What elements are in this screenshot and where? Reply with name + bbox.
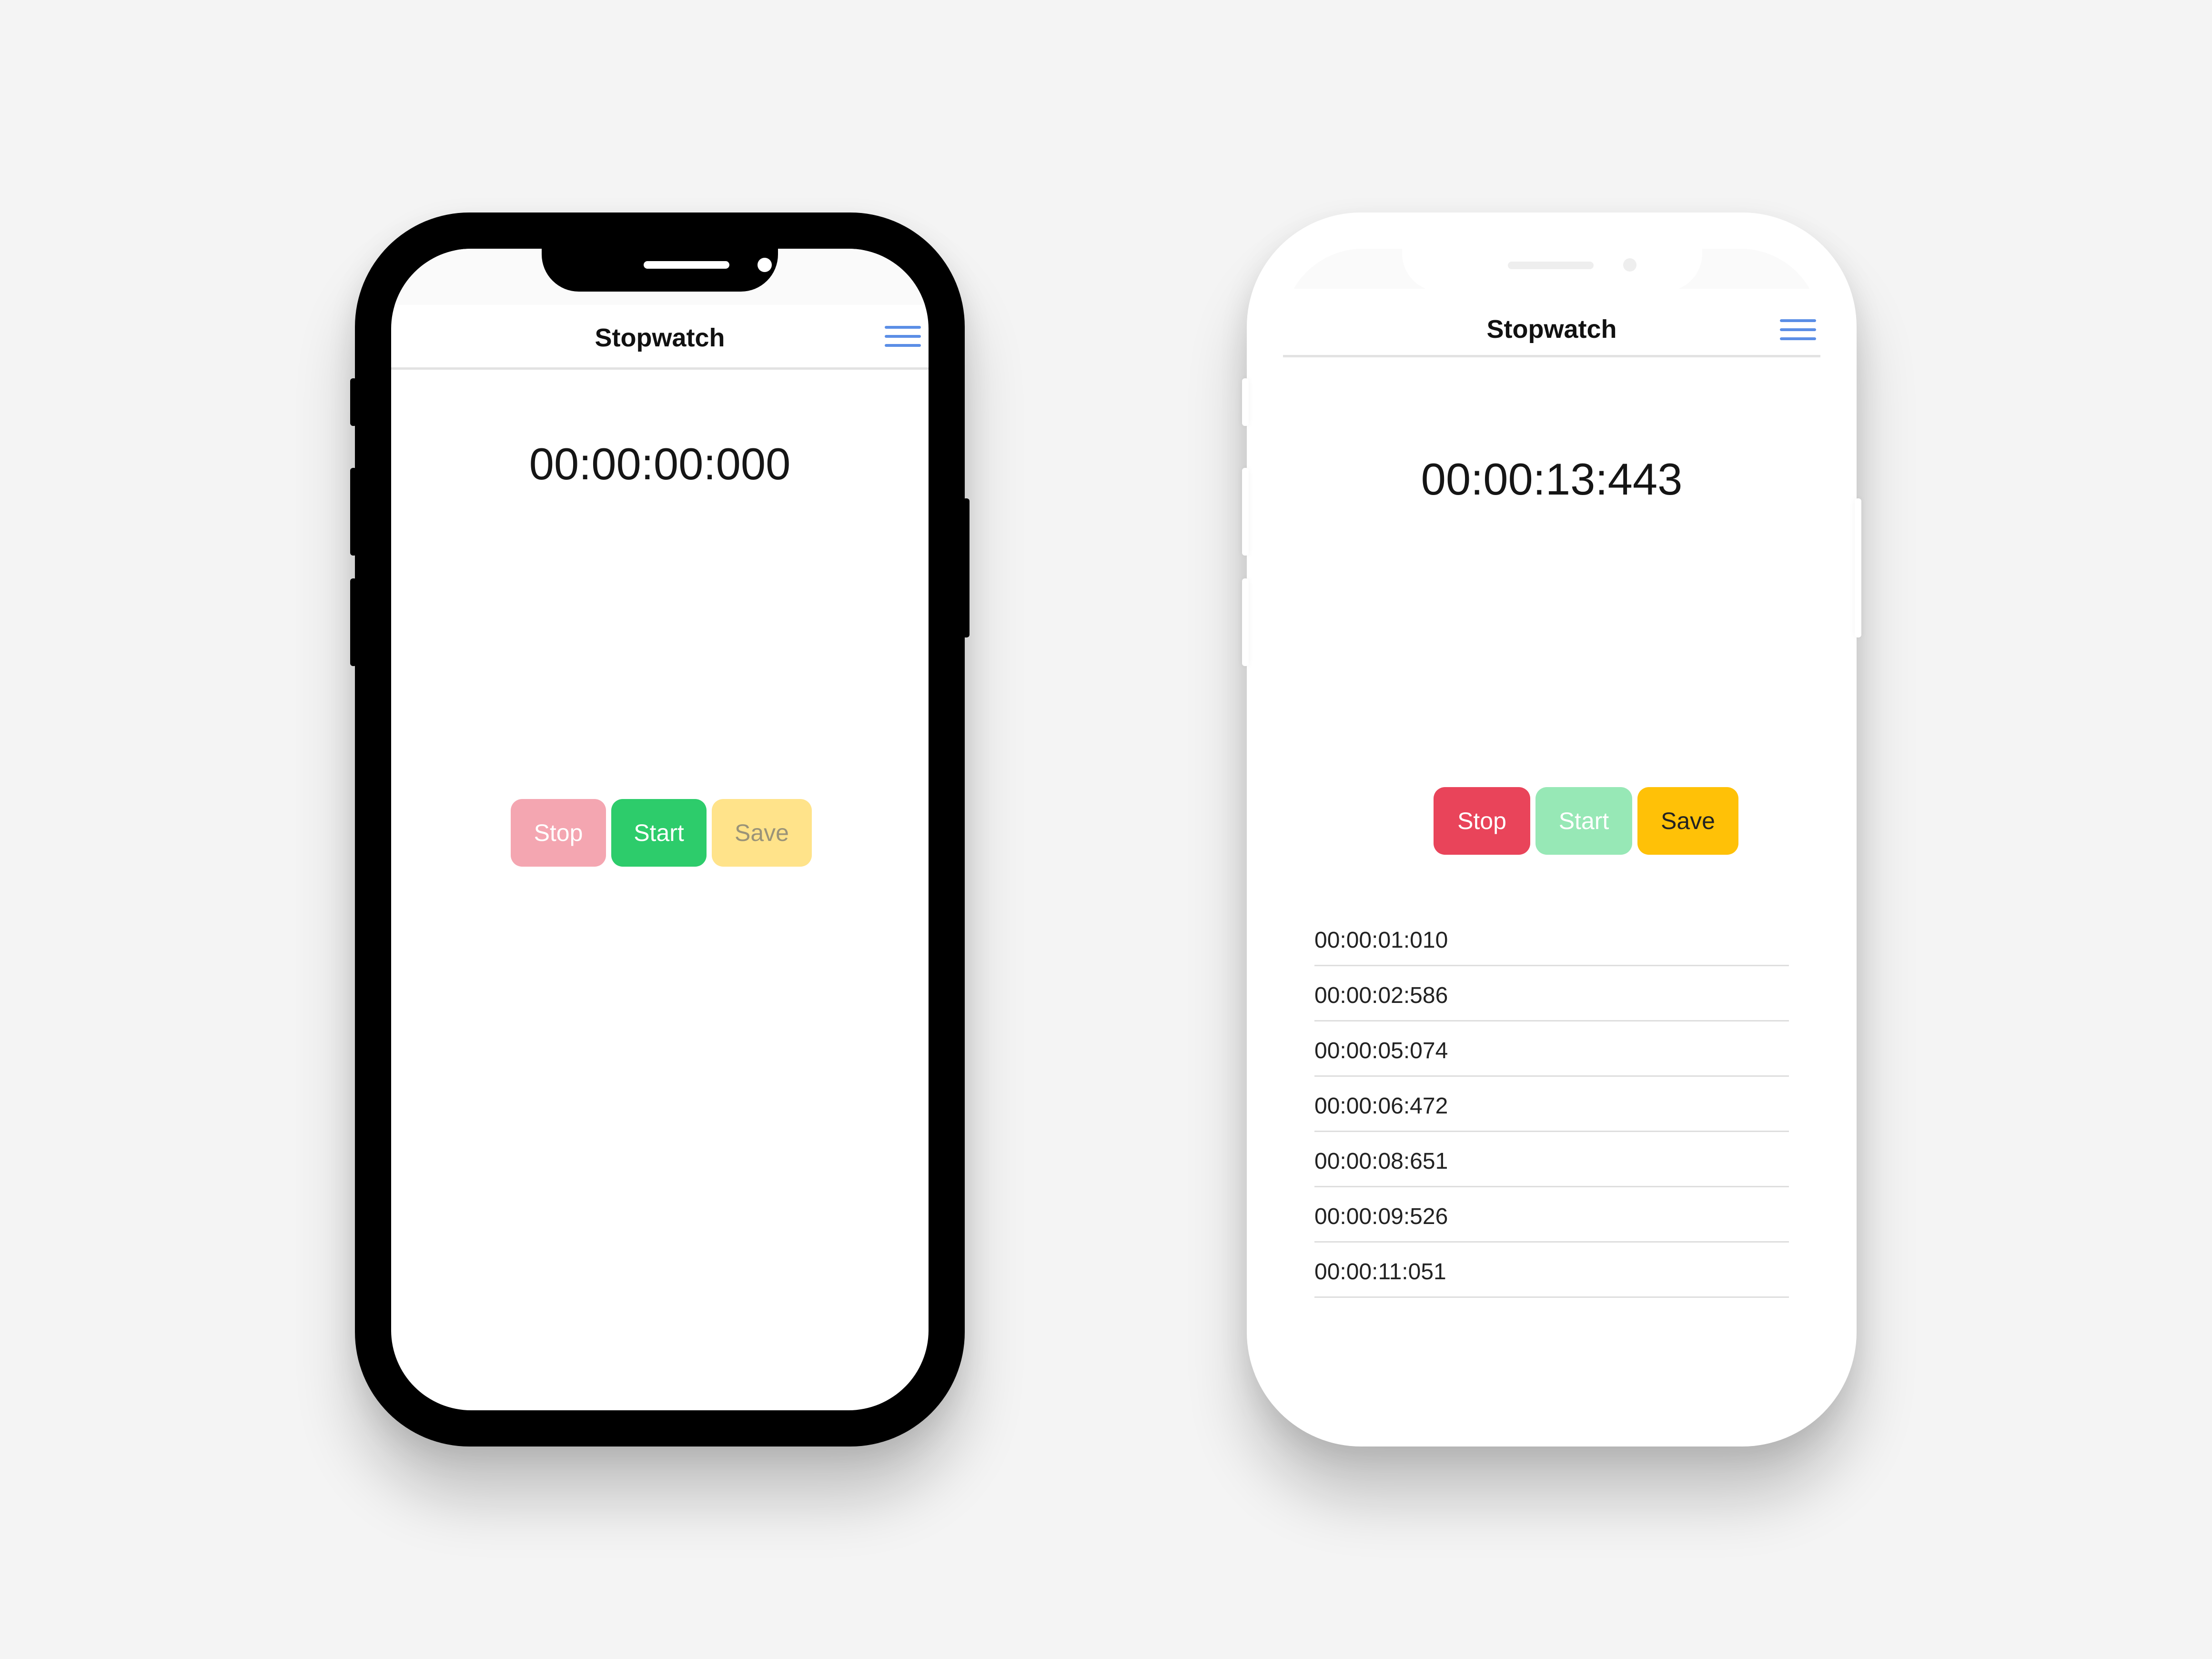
save-button[interactable]: Save	[712, 799, 812, 867]
save-button[interactable]: Save	[1637, 787, 1738, 855]
app-header: Stopwatch	[1283, 289, 1820, 357]
start-button[interactable]: Start	[611, 799, 707, 867]
phone-screen: Stopwatch 00:00:00:000 Stop Start Save	[391, 249, 929, 1410]
phone-screen: Stopwatch 00:00:13:443 Stop Start Save 0…	[1283, 249, 1820, 1410]
stop-button[interactable]: Stop	[511, 799, 606, 867]
power-button	[1855, 498, 1861, 637]
speaker-grille	[1508, 262, 1594, 269]
lap-item: 00:00:02:586	[1314, 966, 1789, 1022]
page-title: Stopwatch	[1486, 315, 1617, 344]
power-button	[963, 498, 970, 637]
lap-item: 00:00:11:051	[1314, 1243, 1789, 1298]
timer-display: 00:00:13:443	[1421, 454, 1683, 504]
lap-list: 00:00:01:010 00:00:02:586 00:00:05:074 0…	[1314, 911, 1789, 1298]
silent-switch	[350, 378, 357, 426]
volume-up-button	[1242, 468, 1249, 556]
lap-item: 00:00:09:526	[1314, 1187, 1789, 1243]
volume-up-button	[350, 468, 357, 556]
hamburger-menu-icon[interactable]	[885, 325, 921, 348]
start-button[interactable]: Start	[1535, 787, 1632, 855]
lap-item: 00:00:06:472	[1314, 1077, 1789, 1132]
volume-down-button	[1242, 578, 1249, 666]
phone-mockup-dark: Stopwatch 00:00:00:000 Stop Start Save	[350, 212, 970, 1447]
lap-item: 00:00:08:651	[1314, 1132, 1789, 1187]
timer-display: 00:00:00:000	[529, 439, 791, 489]
phone-mockup-light: Stopwatch 00:00:13:443 Stop Start Save 0…	[1242, 212, 1861, 1447]
notch	[542, 249, 778, 292]
stop-button[interactable]: Stop	[1434, 787, 1530, 855]
front-camera	[1623, 258, 1636, 272]
speaker-grille	[644, 261, 729, 269]
lap-item: 00:00:05:074	[1314, 1022, 1789, 1077]
hamburger-menu-icon[interactable]	[1780, 318, 1816, 341]
silent-switch	[1242, 378, 1249, 426]
front-camera	[758, 258, 772, 272]
notch	[1402, 249, 1702, 292]
volume-down-button	[350, 578, 357, 666]
page-title: Stopwatch	[595, 324, 725, 352]
lap-item: 00:00:01:010	[1314, 911, 1789, 966]
app-header: Stopwatch	[391, 305, 929, 370]
